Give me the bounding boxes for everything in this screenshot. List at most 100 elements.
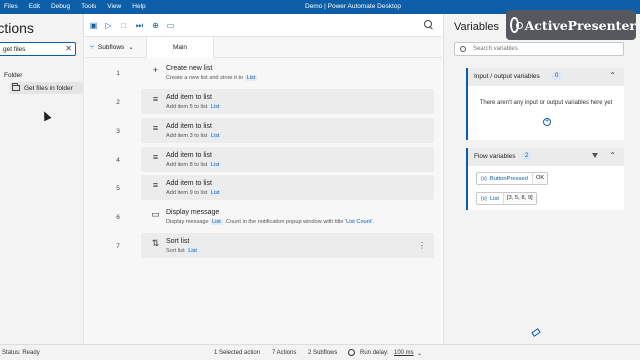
menu-edit[interactable]: Edit [29, 3, 40, 10]
window-title: Demo | Power Automate Desktop [305, 3, 401, 10]
step-title: Add item to list [166, 94, 212, 101]
variable-token: List [208, 162, 222, 168]
stop-icon[interactable]: □ [119, 21, 128, 30]
folder-group-label[interactable]: Folder [4, 72, 22, 79]
step-title: Display message [166, 209, 220, 216]
run-icon[interactable]: ▷ [104, 21, 113, 30]
step-description: Add item 3 to list List [166, 133, 222, 139]
add-item-icon: ≡ [152, 123, 159, 133]
variable-token: List [208, 104, 222, 110]
variable-value: OK [531, 173, 548, 184]
mouse-cursor-icon [40, 109, 52, 122]
flow-step[interactable]: 4 ≡ Add item to list Add item 8 to list … [85, 146, 442, 174]
step-title: Add item to list [166, 123, 212, 130]
variable-token: List [208, 190, 222, 196]
step-number: 1 [116, 70, 120, 77]
step-card[interactable]: ≡ Add item to list Add item 8 to list Li… [141, 147, 434, 172]
folder-icon [12, 83, 20, 91]
actions-count: 7 Actions [272, 350, 297, 356]
flow-step[interactable]: 2 ≡ Add item to list Add item 5 to list … [85, 88, 442, 116]
flow-variable-buttonpressed[interactable]: {x} ButtonPressed OK [476, 172, 549, 185]
search-icon[interactable] [424, 20, 434, 30]
step-description: Display message List .Count in the notif… [166, 219, 374, 225]
plus-icon: + [152, 65, 159, 75]
run-delay-label: Run delay: [360, 350, 389, 356]
step-number: 6 [116, 214, 120, 221]
step-card[interactable]: ⇅ Sort list Sort list List ⋮ [141, 233, 434, 258]
flow-variables-title: Flow variables [474, 153, 516, 160]
variable-token: List [208, 133, 222, 139]
menu-help[interactable]: Help [132, 3, 145, 10]
clear-icon[interactable]: ✕ [65, 44, 72, 53]
step-card[interactable]: ≡ Add item to list Add item 5 to list Li… [141, 89, 434, 114]
step-description: Add item 9 to list List [166, 190, 222, 196]
actions-search-input[interactable]: get files ✕ [0, 42, 76, 56]
eraser-icon[interactable] [531, 328, 541, 337]
menu-debug[interactable]: Debug [51, 3, 70, 10]
subflows-label: Subflows [97, 43, 125, 51]
step-number: 7 [116, 243, 120, 250]
actions-search-value: get files [3, 46, 26, 53]
save-icon[interactable]: ▣ [89, 21, 98, 30]
action-label: Get files in folder [24, 84, 73, 92]
variable-token: List [244, 75, 258, 81]
flow-step[interactable]: 1 + Create new list Create a new list an… [85, 59, 442, 87]
chevron-down-icon[interactable]: ⌄ [417, 350, 422, 357]
flow-step[interactable]: 7 ⇅ Sort list Sort list List ⋮ [85, 232, 442, 260]
io-empty-message: There aren't any input or output variabl… [479, 100, 613, 106]
variable-icon: {x} [481, 195, 487, 202]
status-text: Status: Ready [2, 350, 40, 356]
variable-name: List [489, 195, 499, 202]
run-delay-value[interactable]: 100 ms [394, 350, 414, 356]
step-description: Create a new list and store it to List [166, 75, 258, 81]
desktop-recorder-icon[interactable]: ▭ [166, 21, 175, 30]
step-title: Add item to list [166, 180, 212, 187]
next-step-icon[interactable]: ⏭ [135, 21, 144, 30]
chevron-down-icon: ⌄ [128, 44, 134, 51]
add-variable-icon[interactable]: + [543, 118, 551, 126]
flow-step[interactable]: 6 ▭ Display message Display message List… [85, 203, 442, 231]
io-variables-header[interactable]: Input / output variables 0 ⌃ [468, 68, 624, 86]
watermark-text: ActivePresenter [524, 17, 636, 33]
flow-variables-header[interactable]: Flow variables 2 ⌃ [468, 148, 624, 166]
menu-view[interactable]: View [107, 3, 121, 10]
step-card[interactable]: ▭ Display message Display message List .… [141, 204, 434, 229]
actions-title: Actions [0, 20, 34, 36]
web-recorder-icon[interactable]: ⊕ [151, 21, 160, 30]
step-title: Sort list [166, 238, 190, 245]
flow-variable-list[interactable]: {x} List [3, 5, 8, 9] [476, 192, 537, 205]
status-bar: Status: Ready 1 Selected action 7 Action… [0, 344, 640, 360]
more-options-icon[interactable]: ⋮ [418, 241, 426, 250]
filter-icon[interactable] [592, 153, 598, 158]
activepresenter-logo-icon [510, 17, 523, 33]
search-icon [460, 46, 466, 52]
menu-tools[interactable]: Tools [81, 3, 96, 10]
subflows-dropdown[interactable]: ⑂ Subflows ⌄ [90, 43, 134, 52]
step-description: Add item 8 to list List [166, 162, 222, 168]
menu-files[interactable]: Files [4, 3, 18, 10]
flow-toolbar: ▣ ▷ □ ⏭ ⊕ ▭ [85, 14, 442, 37]
action-get-files-in-folder[interactable]: Get files in folder [10, 82, 84, 94]
variables-title: Variables [454, 21, 500, 33]
tab-main[interactable]: Main [146, 37, 214, 58]
variables-search-input[interactable]: Search variables [454, 42, 624, 56]
menu-bar: Files Edit Debug Tools View Help [4, 3, 146, 10]
step-number: 2 [116, 99, 120, 106]
step-title: Add item to list [166, 152, 212, 159]
step-card[interactable]: + Create new list Create a new list and … [141, 60, 434, 85]
variable-icon: {x} [481, 175, 487, 182]
step-number: 5 [116, 185, 120, 192]
flow-step[interactable]: 3 ≡ Add item to list Add item 3 to list … [85, 117, 442, 145]
variable-name: ButtonPressed [489, 175, 528, 182]
chevron-up-icon[interactable]: ⌃ [609, 71, 616, 80]
subflows-icon: ⑂ [90, 43, 94, 51]
step-description: Sort list List [166, 248, 199, 254]
io-variables-title: Input / output variables [474, 73, 540, 80]
flow-step[interactable]: 5 ≡ Add item to list Add item 9 to list … [85, 174, 442, 202]
subflows-count: 2 Subflows [308, 350, 338, 356]
watermark-badge: ActivePresenter [506, 10, 636, 40]
step-card[interactable]: ≡ Add item to list Add item 9 to list Li… [141, 175, 434, 200]
chevron-up-icon[interactable]: ⌃ [609, 151, 616, 160]
flow-designer: 1 + Create new list Create a new list an… [85, 58, 442, 344]
step-card[interactable]: ≡ Add item to list Add item 3 to list Li… [141, 118, 434, 143]
